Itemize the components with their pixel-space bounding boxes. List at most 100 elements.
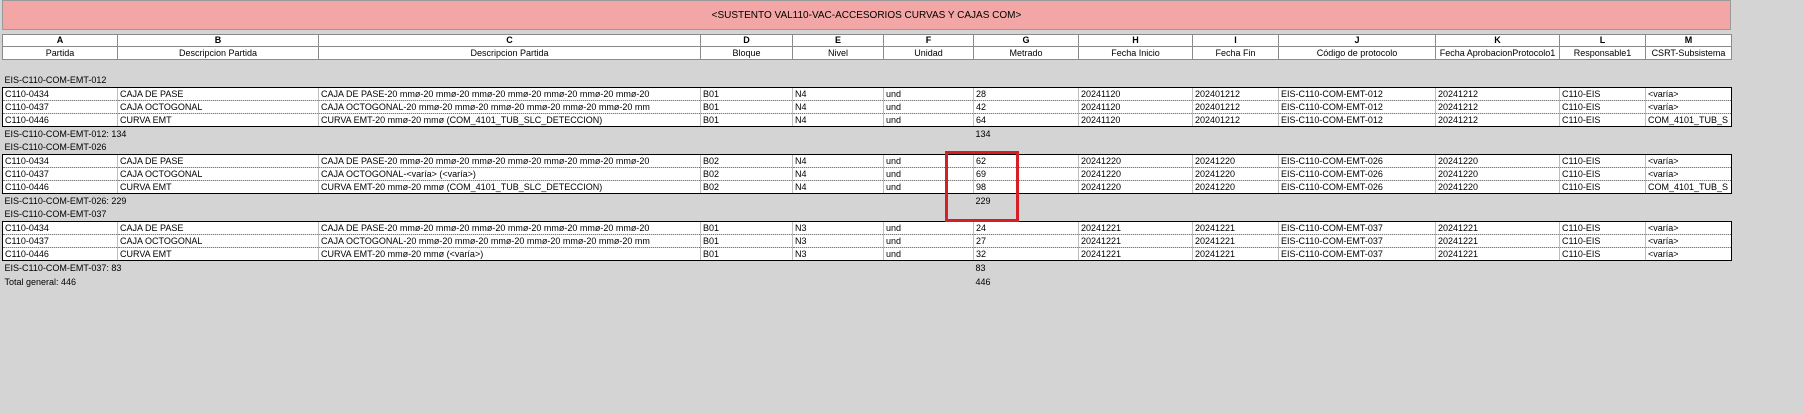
table-cell[interactable]: B01 bbox=[700, 221, 793, 235]
column-letter[interactable]: K bbox=[1435, 34, 1560, 47]
table-cell[interactable]: C110-0434 bbox=[2, 87, 118, 101]
table-cell[interactable]: N4 bbox=[792, 87, 884, 101]
table-cell[interactable]: C110-0437 bbox=[2, 100, 118, 114]
table-cell[interactable]: 20241221 bbox=[1435, 247, 1560, 261]
table-cell[interactable]: EIS-C110-COM-EMT-012 bbox=[1278, 113, 1436, 127]
table-cell[interactable]: 202401212 bbox=[1192, 113, 1279, 127]
table-cell[interactable]: <varía> bbox=[1645, 247, 1732, 261]
table-cell[interactable]: <varía> bbox=[1645, 87, 1732, 101]
table-cell[interactable]: CURVA EMT-20 mmø-20 mmø (COM_4101_TUB_SL… bbox=[318, 180, 701, 194]
table-cell[interactable]: C110-EIS bbox=[1559, 247, 1646, 261]
table-cell[interactable]: EIS-C110-COM-EMT-037 bbox=[1278, 234, 1436, 248]
table-cell[interactable]: 20241220 bbox=[1192, 167, 1279, 181]
table-cell[interactable]: EIS-C110-COM-EMT-026 bbox=[1278, 180, 1436, 194]
table-cell[interactable]: 28 bbox=[973, 87, 1079, 101]
table-cell[interactable]: 20241120 bbox=[1078, 87, 1193, 101]
column-letter[interactable]: G bbox=[973, 34, 1079, 47]
table-cell[interactable]: B02 bbox=[700, 167, 793, 181]
table-cell[interactable]: C110-0446 bbox=[2, 113, 118, 127]
table-cell[interactable]: N3 bbox=[792, 221, 884, 235]
table-cell[interactable]: 20241221 bbox=[1192, 221, 1279, 235]
table-cell[interactable]: 20241220 bbox=[1078, 167, 1193, 181]
column-header[interactable]: Descripcion Partida bbox=[318, 46, 701, 60]
table-cell[interactable]: B01 bbox=[700, 113, 793, 127]
table-cell[interactable]: 20241220 bbox=[1192, 180, 1279, 194]
table-cell[interactable]: EIS-C110-COM-EMT-012 bbox=[1278, 100, 1436, 114]
table-cell[interactable]: C110-EIS bbox=[1559, 234, 1646, 248]
table-cell[interactable]: EIS-C110-COM-EMT-037 bbox=[1278, 221, 1436, 235]
table-cell[interactable]: 20241221 bbox=[1435, 221, 1560, 235]
column-header[interactable]: Fecha Inicio bbox=[1078, 46, 1193, 60]
table-cell[interactable]: 20241221 bbox=[1078, 247, 1193, 261]
table-cell[interactable]: CAJA DE PASE bbox=[117, 154, 319, 168]
column-header[interactable]: Partida bbox=[2, 46, 118, 60]
table-cell[interactable]: 20241221 bbox=[1078, 221, 1193, 235]
table-cell[interactable]: <varía> bbox=[1645, 234, 1732, 248]
table-cell[interactable]: N3 bbox=[792, 247, 884, 261]
table-cell[interactable]: N4 bbox=[792, 154, 884, 168]
column-letter[interactable]: E bbox=[792, 34, 884, 47]
table-cell[interactable]: CURVA EMT bbox=[117, 113, 319, 127]
table-cell[interactable]: EIS-C110-COM-EMT-026 bbox=[1278, 154, 1436, 168]
table-cell[interactable]: B01 bbox=[700, 100, 793, 114]
table-cell[interactable]: 20241212 bbox=[1435, 113, 1560, 127]
column-header[interactable]: Fecha Fin bbox=[1192, 46, 1279, 60]
table-cell[interactable]: und bbox=[883, 113, 974, 127]
table-cell[interactable]: C110-EIS bbox=[1559, 87, 1646, 101]
table-cell[interactable]: B01 bbox=[700, 87, 793, 101]
table-cell[interactable]: 20241120 bbox=[1078, 100, 1193, 114]
table-cell[interactable]: C110-EIS bbox=[1559, 180, 1646, 194]
table-cell[interactable]: 20241220 bbox=[1435, 167, 1560, 181]
column-header[interactable]: Fecha AprobacionProtocolo1 bbox=[1435, 46, 1560, 60]
table-cell[interactable]: CURVA EMT bbox=[117, 180, 319, 194]
table-cell[interactable]: CAJA DE PASE-20 mmø-20 mmø-20 mmø-20 mmø… bbox=[318, 87, 701, 101]
table-cell[interactable]: EIS-C110-COM-EMT-026 bbox=[1278, 167, 1436, 181]
table-cell[interactable]: EIS-C110-COM-EMT-012 bbox=[1278, 87, 1436, 101]
table-cell[interactable]: 202401212 bbox=[1192, 87, 1279, 101]
table-cell[interactable]: 20241220 bbox=[1192, 154, 1279, 168]
table-cell[interactable]: EIS-C110-COM-EMT-037 bbox=[1278, 247, 1436, 261]
table-cell[interactable]: und bbox=[883, 100, 974, 114]
table-cell[interactable]: 20241212 bbox=[1435, 100, 1560, 114]
table-cell[interactable]: <varía> bbox=[1645, 100, 1732, 114]
table-cell[interactable]: 20241220 bbox=[1078, 180, 1193, 194]
column-header[interactable]: CSRT-Subsistema bbox=[1645, 46, 1732, 60]
table-cell[interactable]: C110-0446 bbox=[2, 180, 118, 194]
table-cell[interactable]: und bbox=[883, 87, 974, 101]
table-cell[interactable]: C110-0446 bbox=[2, 247, 118, 261]
table-cell[interactable]: CURVA EMT-20 mmø-20 mmø (<varía>) bbox=[318, 247, 701, 261]
table-cell[interactable]: 20241120 bbox=[1078, 113, 1193, 127]
table-cell[interactable]: N4 bbox=[792, 113, 884, 127]
table-cell[interactable]: <varía> bbox=[1645, 154, 1732, 168]
table-cell[interactable]: N3 bbox=[792, 234, 884, 248]
table-cell[interactable]: C110-EIS bbox=[1559, 221, 1646, 235]
column-header[interactable]: Unidad bbox=[883, 46, 974, 60]
table-cell[interactable]: 20241221 bbox=[1192, 247, 1279, 261]
column-header[interactable]: Descripcion Partida bbox=[117, 46, 319, 60]
table-cell[interactable]: und bbox=[883, 247, 974, 261]
table-cell[interactable]: CURVA EMT-20 mmø-20 mmø (COM_4101_TUB_SL… bbox=[318, 113, 701, 127]
table-cell[interactable]: C110-EIS bbox=[1559, 113, 1646, 127]
table-cell[interactable]: N4 bbox=[792, 100, 884, 114]
table-cell[interactable]: C110-EIS bbox=[1559, 100, 1646, 114]
column-header[interactable]: Responsable1 bbox=[1559, 46, 1646, 60]
column-header[interactable]: Bloque bbox=[700, 46, 793, 60]
table-cell[interactable]: B01 bbox=[700, 234, 793, 248]
table-cell[interactable]: CAJA OCTOGONAL bbox=[117, 100, 319, 114]
table-cell[interactable]: C110-0434 bbox=[2, 154, 118, 168]
table-cell[interactable]: 27 bbox=[973, 234, 1079, 248]
column-letter[interactable]: I bbox=[1192, 34, 1279, 47]
table-cell[interactable]: COM_4101_TUB_S bbox=[1645, 180, 1732, 194]
table-cell[interactable]: 20241220 bbox=[1435, 154, 1560, 168]
table-cell[interactable]: C110-0437 bbox=[2, 234, 118, 248]
table-cell[interactable]: 20241221 bbox=[1435, 234, 1560, 248]
column-letter[interactable]: D bbox=[700, 34, 793, 47]
table-cell[interactable]: C110-EIS bbox=[1559, 167, 1646, 181]
table-cell[interactable]: 20241212 bbox=[1435, 87, 1560, 101]
table-cell[interactable]: 42 bbox=[973, 100, 1079, 114]
table-cell[interactable]: CAJA OCTOGONAL-20 mmø-20 mmø-20 mmø-20 m… bbox=[318, 234, 701, 248]
table-cell[interactable]: B02 bbox=[700, 154, 793, 168]
table-cell[interactable]: B01 bbox=[700, 247, 793, 261]
table-cell[interactable]: 24 bbox=[973, 221, 1079, 235]
column-letter[interactable]: C bbox=[318, 34, 701, 47]
